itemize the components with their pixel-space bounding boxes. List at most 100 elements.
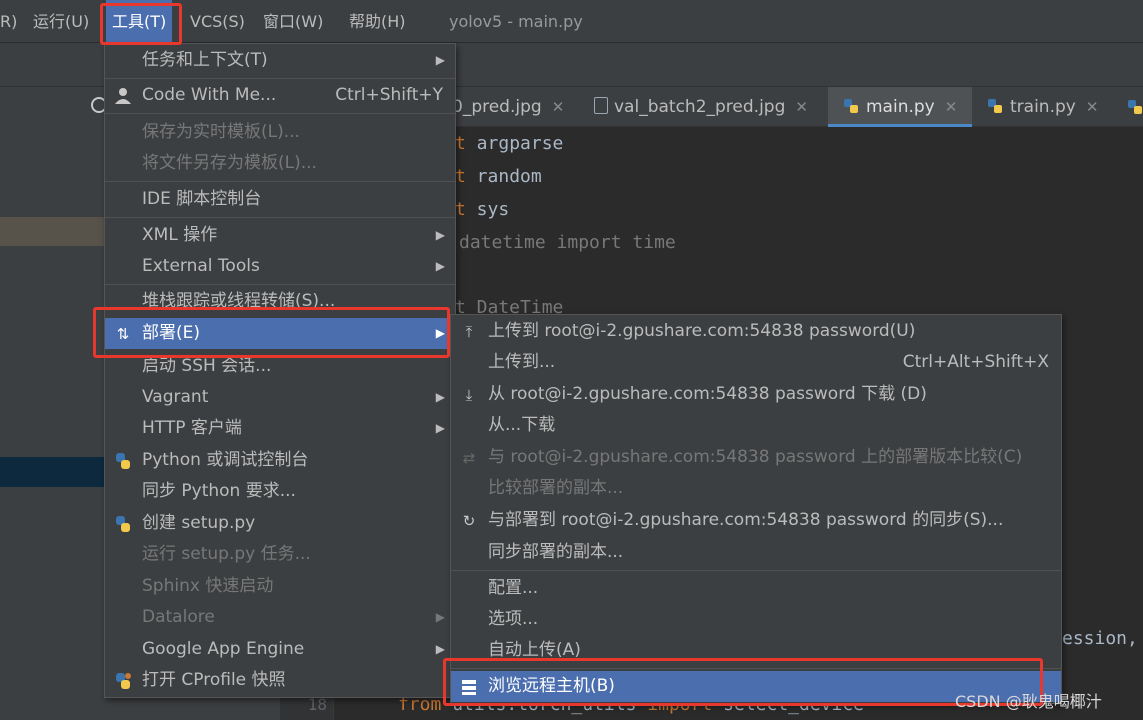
menu-item-stack-trace[interactable]: 堆栈跟踪或线程转储(S)... xyxy=(105,286,455,317)
close-icon[interactable]: ✕ xyxy=(945,98,958,116)
menu-help[interactable]: 帮助(H) xyxy=(343,0,412,43)
menu-item-code-with-me[interactable]: Code With Me... Ctrl+Shift+Y xyxy=(105,80,455,111)
menu-item-label: 配置... xyxy=(488,578,539,598)
menu-separator xyxy=(105,78,455,79)
menu-item-download-from-default[interactable]: ⤓ 从 root@i-2.gpushare.com:54838 password… xyxy=(451,379,1061,410)
submenu-arrow-icon: ▶ xyxy=(435,326,445,340)
submenu-arrow-icon: ▶ xyxy=(435,610,445,624)
menu-item-compare-deployed: ⇄ 与 root@i-2.gpushare.com:54838 password… xyxy=(451,442,1061,473)
menu-item-open-cprofile[interactable]: 打开 CProfile 快照 xyxy=(105,665,455,696)
menu-item-label: External Tools xyxy=(142,256,260,276)
menu-item-label: Google App Engine xyxy=(142,639,305,659)
code-line[interactable]: t sys xyxy=(455,199,509,220)
menu-item-label: 任务和上下文(T) xyxy=(142,50,268,70)
menu-item-label: 保存为实时模板(L)... xyxy=(142,122,300,142)
close-icon[interactable]: ✕ xyxy=(552,98,565,116)
menu-item-label: 自动上传(A) xyxy=(488,640,581,660)
menu-item-sync-requirements[interactable]: 同步 Python 要求... xyxy=(105,476,455,507)
tab-label: main.py xyxy=(866,97,935,117)
menu-item-label: 堆栈跟踪或线程转储(S)... xyxy=(142,291,336,311)
menu-vcs[interactable]: VCS(S) xyxy=(184,0,251,43)
menu-item-label: 运行 setup.py 任务... xyxy=(142,544,311,564)
menu-item-label: 同步部署的副本... xyxy=(488,542,624,562)
menu-item-run-setup-task: 运行 setup.py 任务... xyxy=(105,539,455,570)
menu-run[interactable]: 运行(U) xyxy=(27,0,95,43)
menu-item-tasks-context[interactable]: 任务和上下文(T) ▶ xyxy=(105,45,455,76)
tab-label: 0_pred.jpg xyxy=(452,97,542,117)
code-line[interactable]: datetime import time xyxy=(459,232,676,253)
menu-item-deployment[interactable]: ⇅ 部署(E) ▶ xyxy=(105,318,455,349)
menu-item-http-client[interactable]: HTTP 客户端 ▶ xyxy=(105,413,455,444)
menu-item-google-app-engine[interactable]: Google App Engine ▶ xyxy=(105,634,455,665)
menu-item-label: 与部署到 root@i-2.gpushare.com:54838 passwor… xyxy=(488,510,1004,530)
menu-item-ide-script-console[interactable]: IDE 脚本控制台 xyxy=(105,184,455,215)
submenu-arrow-icon: ▶ xyxy=(435,642,445,656)
menu-item-upload-to-default[interactable]: ⤒ 上传到 root@i-2.gpushare.com:54838 passwo… xyxy=(451,316,1061,347)
close-icon[interactable]: ✕ xyxy=(1086,98,1099,116)
menu-item-sync-copies[interactable]: 同步部署的副本... xyxy=(451,537,1061,568)
menu-item-label: HTTP 客户端 xyxy=(142,418,242,438)
compare-icon: ⇄ xyxy=(462,449,476,467)
python-file-icon xyxy=(988,99,1002,113)
menu-item-options[interactable]: 选项... xyxy=(451,604,1061,635)
menu-item-vagrant[interactable]: Vagrant ▶ xyxy=(105,382,455,413)
submenu-arrow-icon: ▶ xyxy=(435,53,445,67)
menu-item-upload-to[interactable]: 上传到... Ctrl+Alt+Shift+X xyxy=(451,347,1061,378)
menu-item-shortcut: Ctrl+Alt+Shift+X xyxy=(902,352,1049,372)
tab-label: train.py xyxy=(1010,97,1076,117)
menu-item-python-console[interactable]: Python 或调试控制台 xyxy=(105,445,455,476)
menu-previous[interactable]: R) xyxy=(0,0,23,43)
menu-item-label: 将文件另存为模板(L)... xyxy=(142,153,317,173)
code-line[interactable]: t argparse xyxy=(455,133,563,154)
cprofile-icon xyxy=(116,673,131,689)
menu-item-external-tools[interactable]: External Tools ▶ xyxy=(105,251,455,282)
menu-item-create-setup[interactable]: 创建 setup.py xyxy=(105,508,455,539)
window-title: yolov5 - main.py xyxy=(449,12,583,31)
tools-menu: 任务和上下文(T) ▶ Code With Me... Ctrl+Shift+Y 保… xyxy=(104,43,456,698)
menu-item-label: 从 root@i-2.gpushare.com:54838 password 下… xyxy=(488,384,927,404)
menu-item-configuration[interactable]: 配置... xyxy=(451,573,1061,604)
tab-main-py[interactable]: main.py ✕ xyxy=(828,87,972,127)
menu-item-sync-with-deployed[interactable]: ↻ 与部署到 root@i-2.gpushare.com:54838 passw… xyxy=(451,505,1061,536)
menu-item-label: 比较部署的副本... xyxy=(488,478,624,498)
menu-item-label: 打开 CProfile 快照 xyxy=(142,670,286,690)
deployment-submenu: ⤒ 上传到 root@i-2.gpushare.com:54838 passwo… xyxy=(450,314,1062,704)
menu-item-automatic-upload[interactable]: 自动上传(A) xyxy=(451,635,1061,666)
python-file-icon xyxy=(116,516,130,532)
menu-separator xyxy=(105,113,455,114)
code-text: argparse xyxy=(465,133,564,154)
menu-item-label: 上传到 root@i-2.gpushare.com:54838 password… xyxy=(488,321,916,341)
tab-label: val_batch2_pred.jpg xyxy=(614,97,786,117)
menu-item-download-from[interactable]: 从...下载 xyxy=(451,410,1061,441)
code-fragment[interactable]: ession, xyxy=(1062,628,1138,649)
menu-item-sphinx-quickstart: Sphinx 快速启动 xyxy=(105,571,455,602)
menu-item-label: Vagrant xyxy=(142,387,209,407)
code-line[interactable]: t random xyxy=(455,166,542,187)
menu-item-label: Sphinx 快速启动 xyxy=(142,576,274,596)
remote-host-icon xyxy=(462,680,476,695)
menu-item-xml-actions[interactable]: XML 操作 ▶ xyxy=(105,220,455,251)
menu-separator xyxy=(105,217,455,218)
tab-pred-jpg[interactable]: 0_pred.jpg ✕ xyxy=(452,87,564,127)
menu-item-start-ssh[interactable]: 启动 SSH 会话... xyxy=(105,351,455,382)
menu-item-label: 启动 SSH 会话... xyxy=(142,356,272,376)
menu-item-compare-copies: 比较部署的副本... xyxy=(451,473,1061,504)
menu-tools[interactable]: 工具(T) xyxy=(106,0,173,43)
submenu-arrow-icon: ▶ xyxy=(435,228,445,242)
menu-window[interactable]: 窗口(W) xyxy=(257,0,329,43)
menu-item-shortcut: Ctrl+Shift+Y xyxy=(335,85,443,105)
tab-val-batch2[interactable]: val_batch2_pred.jpg ✕ xyxy=(594,87,808,127)
menu-item-label: XML 操作 xyxy=(142,225,218,245)
user-icon xyxy=(115,88,131,104)
close-icon[interactable]: ✕ xyxy=(795,98,808,116)
python-file-icon xyxy=(844,99,858,113)
menu-item-label: IDE 脚本控制台 xyxy=(142,189,262,209)
menu-item-label: 从...下载 xyxy=(488,415,556,435)
submenu-arrow-icon: ▶ xyxy=(435,390,445,404)
keyword: t xyxy=(455,166,466,187)
download-icon: ⤓ xyxy=(465,386,473,404)
python-icon xyxy=(116,453,130,469)
code-text: sys xyxy=(465,199,510,220)
menu-item-datalore: Datalore ▶ xyxy=(105,602,455,633)
tab-train-py[interactable]: train.py ✕ xyxy=(986,87,1098,127)
